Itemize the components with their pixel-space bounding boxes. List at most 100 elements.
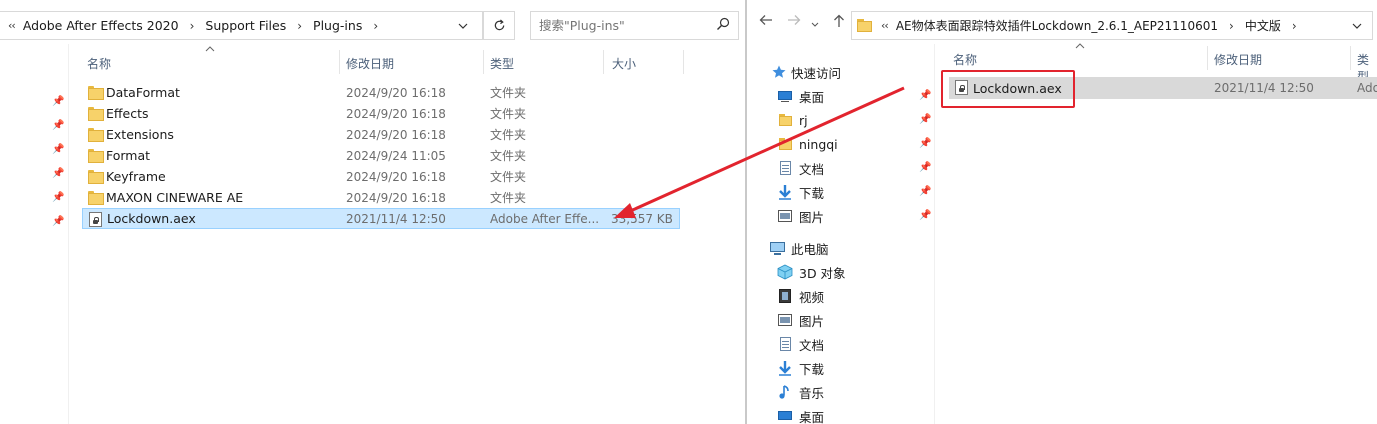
column-divider[interactable] xyxy=(603,50,604,74)
pin-icon: 📌 xyxy=(52,168,65,179)
pin-icon: 📌 xyxy=(52,120,65,131)
up-arrow-icon[interactable] xyxy=(833,14,845,32)
nav-pane-border xyxy=(934,44,935,424)
file-name: Extensions xyxy=(106,127,174,142)
nav-label: 图片 xyxy=(799,209,825,225)
file-row[interactable]: Format 2024/9/24 11:05 文件夹 xyxy=(82,145,680,166)
nav-pane-border xyxy=(68,44,69,424)
3d-objects-icon xyxy=(777,264,793,280)
download-icon xyxy=(779,185,791,200)
highlight-box xyxy=(941,70,1075,108)
file-type: Adobe After Effe... xyxy=(490,211,600,226)
download-icon xyxy=(779,361,791,376)
breadcrumb-separator-icon[interactable]: › xyxy=(1220,19,1243,33)
column-divider[interactable] xyxy=(339,50,340,74)
nav-label: 图片 xyxy=(799,313,825,329)
nav-label: 桌面 xyxy=(799,409,825,424)
desktop-icon xyxy=(777,88,793,104)
file-date: 2021/11/4 12:50 xyxy=(346,211,446,226)
search-icon[interactable] xyxy=(716,17,730,31)
folder-icon xyxy=(88,127,104,142)
refresh-icon xyxy=(494,19,504,31)
file-date: 2024/9/20 16:18 xyxy=(346,190,446,205)
recent-dropdown-icon[interactable] xyxy=(811,16,819,31)
desktop-icon xyxy=(777,408,793,424)
pin-icon: 📌 xyxy=(52,216,65,227)
nav-label: 桌面 xyxy=(799,89,825,105)
column-divider[interactable] xyxy=(483,50,484,74)
column-divider[interactable] xyxy=(683,50,684,74)
search-box[interactable] xyxy=(530,11,739,40)
breadcrumb-item[interactable]: Plug-ins xyxy=(311,18,364,33)
file-row-selected[interactable]: Lockdown.aex 2021/11/4 12:50 Adobe After… xyxy=(82,208,680,229)
column-header-date[interactable]: 修改日期 xyxy=(346,55,394,72)
breadcrumb-item[interactable]: Support Files xyxy=(203,18,288,33)
column-header-type[interactable]: 类型 xyxy=(490,55,514,72)
nav-label: 快速访问 xyxy=(791,65,842,81)
breadcrumb-separator-icon[interactable]: › xyxy=(364,19,387,33)
pin-icon[interactable]: 📌 xyxy=(919,114,931,125)
file-date: 2024/9/20 16:18 xyxy=(346,85,446,100)
column-header-date[interactable]: 修改日期 xyxy=(1214,51,1262,68)
column-header-size[interactable]: 大小 xyxy=(612,55,636,72)
file-date: 2021/11/4 12:50 xyxy=(1214,81,1314,95)
nav-label: 下载 xyxy=(799,185,825,201)
column-header-name[interactable]: 名称 xyxy=(87,55,111,72)
nav-label: rj xyxy=(799,112,808,128)
nav-label: 文档 xyxy=(799,161,825,177)
folder-icon xyxy=(88,106,104,121)
overflow-chevron-icon[interactable]: ‹‹ xyxy=(0,19,21,32)
file-type: 文件夹 xyxy=(490,170,527,184)
breadcrumb-item[interactable]: 中文版 xyxy=(1243,17,1283,34)
pin-icon[interactable]: 📌 xyxy=(919,162,931,173)
column-divider[interactable] xyxy=(1350,46,1351,70)
sort-up-icon xyxy=(1075,42,1085,52)
file-name: MAXON CINEWARE AE xyxy=(106,190,244,205)
address-dropdown-icon[interactable] xyxy=(452,12,474,39)
left-explorer-window: ‹‹ Adobe After Effects 2020 › Support Fi… xyxy=(0,0,746,424)
pin-icon[interactable]: 📌 xyxy=(919,210,931,221)
refresh-button[interactable] xyxy=(483,11,515,40)
left-address-bar[interactable]: ‹‹ Adobe After Effects 2020 › Support Fi… xyxy=(0,11,483,40)
breadcrumb-item[interactable]: AE物体表面跟踪特效插件Lockdown_2.6.1_AEP21110601 xyxy=(894,17,1220,34)
file-type: 文件夹 xyxy=(490,149,527,163)
search-input[interactable] xyxy=(539,18,719,33)
overflow-chevron-icon[interactable]: ‹‹ xyxy=(873,19,894,32)
pin-icon[interactable]: 📌 xyxy=(919,186,931,197)
pin-icon[interactable]: 📌 xyxy=(919,90,931,101)
pin-icon[interactable]: 📌 xyxy=(919,138,931,149)
address-dropdown-icon[interactable] xyxy=(1346,12,1368,39)
file-row[interactable]: MAXON CINEWARE AE 2024/9/20 16:18 文件夹 xyxy=(82,187,680,208)
file-size: 33,557 KB xyxy=(611,211,673,226)
file-name: Keyframe xyxy=(106,169,166,184)
breadcrumb-separator-icon[interactable]: › xyxy=(1283,19,1306,33)
column-header-name[interactable]: 名称 xyxy=(953,51,977,68)
nav-label: 文档 xyxy=(799,337,825,353)
folder-icon xyxy=(88,190,104,205)
folder-icon xyxy=(88,148,104,163)
file-row[interactable]: Keyframe 2024/9/20 16:18 文件夹 xyxy=(82,166,680,187)
file-type: 文件夹 xyxy=(490,107,527,121)
file-row[interactable]: Extensions 2024/9/20 16:18 文件夹 xyxy=(82,124,680,145)
back-arrow-icon[interactable] xyxy=(759,14,773,30)
right-address-bar[interactable]: ‹‹ AE物体表面跟踪特效插件Lockdown_2.6.1_AEP2111060… xyxy=(851,11,1373,40)
file-row[interactable]: DataFormat 2024/9/20 16:18 文件夹 xyxy=(82,82,680,103)
column-divider[interactable] xyxy=(1207,46,1208,70)
star-icon xyxy=(772,65,786,78)
file-type: Ado xyxy=(1357,81,1377,95)
breadcrumb-item[interactable]: Adobe After Effects 2020 xyxy=(21,18,181,33)
folder-icon xyxy=(777,136,793,152)
computer-icon xyxy=(769,240,785,256)
folder-icon xyxy=(88,85,104,100)
file-name: DataFormat xyxy=(106,85,180,100)
breadcrumb-separator-icon[interactable]: › xyxy=(288,19,311,33)
nav-label: ningqi xyxy=(799,136,838,152)
file-name: Lockdown.aex xyxy=(107,211,196,226)
breadcrumb-separator-icon[interactable]: › xyxy=(181,19,204,33)
folder-icon xyxy=(88,169,104,184)
nav-label: 视频 xyxy=(799,289,825,305)
file-row[interactable]: Effects 2024/9/20 16:18 文件夹 xyxy=(82,103,680,124)
nav-label: 下载 xyxy=(799,361,825,377)
document-icon xyxy=(777,336,793,352)
forward-arrow-icon[interactable] xyxy=(787,14,801,30)
